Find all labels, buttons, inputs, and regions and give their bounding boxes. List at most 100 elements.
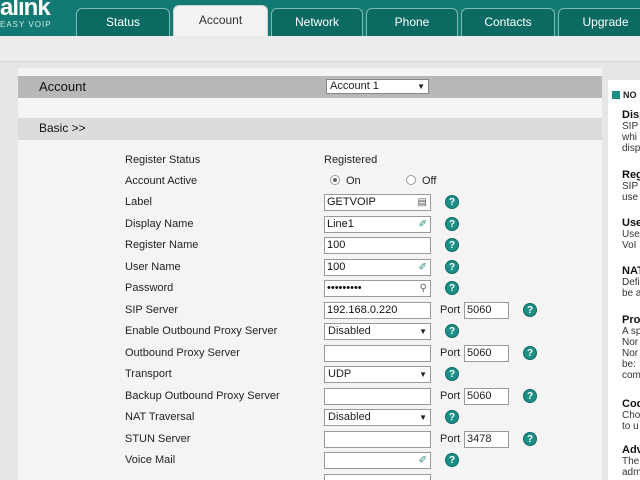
transport-select[interactable]: UDP ▼ <box>324 366 431 383</box>
help-icon[interactable]: ? <box>523 303 537 317</box>
help-icon[interactable]: ? <box>445 410 459 424</box>
chevron-down-icon: ▼ <box>417 82 425 91</box>
help-icon[interactable]: ? <box>523 346 537 360</box>
tab-upgrade[interactable]: Upgrade <box>558 8 640 36</box>
row-sip-server: SIP Server 192.168.0.220 Port 5060 ? <box>18 300 602 321</box>
display-name-label: Display Name <box>125 218 194 230</box>
note-line: whi <box>622 132 638 143</box>
partial-input[interactable] <box>324 474 431 480</box>
row-password: Password ••••••••• ⚲ ? <box>18 278 602 299</box>
note-line: com <box>622 370 640 381</box>
help-icon[interactable]: ? <box>445 195 459 209</box>
register-status-value: Registered <box>324 154 378 166</box>
stun-server-input[interactable] <box>324 431 431 448</box>
sip-server-input[interactable]: 192.168.0.220 <box>324 302 431 319</box>
note-line: SIP <box>622 121 639 132</box>
note-title: Pro <box>622 314 640 326</box>
notes-heading: NO <box>612 90 637 100</box>
display-name-input[interactable]: Line1 ✐ <box>324 216 431 233</box>
user-name-input[interactable]: 100 ✐ <box>324 259 431 276</box>
help-icon[interactable]: ? <box>445 217 459 231</box>
note-line: Nor <box>622 337 639 348</box>
sip-server-label: SIP Server <box>125 304 178 316</box>
note-nat: NAT Defi be a <box>622 266 640 300</box>
note-line: to u <box>622 421 639 432</box>
autofill-pen-icon: ✐ <box>418 219 427 230</box>
outbound-proxy-port-input[interactable]: 5060 <box>464 345 509 362</box>
row-voice-mail: Voice Mail ✐ ? <box>18 450 602 471</box>
account-active-on-radio[interactable] <box>330 175 340 185</box>
backup-outbound-proxy-input[interactable] <box>324 388 431 405</box>
notes-heading-text: NO <box>623 90 637 100</box>
account-settings-panel: Account Account 1 ▼ Basic >> Register St… <box>18 68 602 480</box>
backup-proxy-port-value: 5060 <box>467 390 492 402</box>
label-input[interactable]: GETVOIP ▤ <box>324 194 431 211</box>
row-nat-traversal: NAT Traversal Disabled ▼ ? <box>18 407 602 428</box>
label-input-value: GETVOIP <box>327 196 376 208</box>
chevron-down-icon: ▼ <box>419 327 427 336</box>
account-active-on-label: On <box>346 175 361 187</box>
note-line: SIP <box>622 181 639 192</box>
transport-label: Transport <box>125 368 172 380</box>
chevron-down-icon: ▼ <box>419 413 427 422</box>
voice-mail-label: Voice Mail <box>125 454 176 466</box>
enable-outbound-proxy-select[interactable]: Disabled ▼ <box>324 323 431 340</box>
note-title: Disp <box>622 109 640 121</box>
row-label: Label GETVOIP ▤ ? <box>18 192 602 213</box>
tab-contacts[interactable]: Contacts <box>461 8 555 36</box>
note-square-icon <box>612 91 620 99</box>
note-display: Disp SIP whi disp <box>622 109 640 155</box>
stun-port-label: Port <box>440 433 461 445</box>
help-icon[interactable]: ? <box>523 432 537 446</box>
help-icon[interactable]: ? <box>445 367 459 381</box>
sip-port-value: 5060 <box>467 304 492 316</box>
stun-port-value: 3478 <box>467 433 492 445</box>
stun-port-input[interactable]: 3478 <box>464 431 509 448</box>
voice-mail-input[interactable]: ✐ <box>324 452 431 469</box>
backup-outbound-proxy-label: Backup Outbound Proxy Server <box>125 390 280 402</box>
row-user-name: User Name 100 ✐ ? <box>18 257 602 278</box>
note-line: Nor <box>622 348 639 359</box>
row-register-status: Register Status Registered <box>18 150 602 171</box>
account-active-off-radio[interactable] <box>406 175 416 185</box>
help-icon[interactable]: ? <box>445 260 459 274</box>
note-line: VoI <box>622 240 637 251</box>
nat-traversal-value: Disabled <box>328 411 371 423</box>
nat-traversal-label: NAT Traversal <box>125 411 195 423</box>
password-input[interactable]: ••••••••• ⚲ <box>324 280 431 297</box>
note-line: be a <box>622 288 640 299</box>
tab-network[interactable]: Network <box>271 8 363 36</box>
outbound-proxy-server-input[interactable] <box>324 345 431 362</box>
note-line: disp <box>622 143 640 154</box>
sip-server-value: 192.168.0.220 <box>327 304 398 316</box>
account-select-value: Account 1 <box>330 80 379 92</box>
tab-account[interactable]: Account <box>173 5 268 36</box>
row-account-active: Account Active On Off <box>18 171 602 192</box>
note-line: The <box>622 456 640 467</box>
help-icon[interactable]: ? <box>445 281 459 295</box>
help-icon[interactable]: ? <box>445 324 459 338</box>
note-line: adm <box>622 467 640 478</box>
note-title: Adv <box>622 444 640 456</box>
register-name-input[interactable]: 100 <box>324 237 431 254</box>
display-name-value: Line1 <box>327 218 354 230</box>
sip-port-label: Port <box>440 304 461 316</box>
tab-status[interactable]: Status <box>76 8 170 36</box>
sip-port-input[interactable]: 5060 <box>464 302 509 319</box>
basic-section-header[interactable]: Basic >> <box>18 118 602 140</box>
help-icon[interactable]: ? <box>445 238 459 252</box>
note-line: A sp <box>622 326 640 337</box>
help-icon[interactable]: ? <box>523 389 537 403</box>
nat-traversal-select[interactable]: Disabled ▼ <box>324 409 431 426</box>
brand-tagline: EASY VOIP <box>0 20 52 29</box>
note-proxy: Pro A sp Nor Nor be: com <box>622 314 640 382</box>
help-icon[interactable]: ? <box>445 453 459 467</box>
basic-section-title: Basic >> <box>39 121 86 135</box>
account-select[interactable]: Account 1 ▼ <box>326 79 429 94</box>
note-codec: Cod Cho to u <box>622 399 640 433</box>
tab-phone[interactable]: Phone <box>366 8 458 36</box>
backup-proxy-port-input[interactable]: 5060 <box>464 388 509 405</box>
key-icon: ⚲ <box>419 283 427 294</box>
register-name-value: 100 <box>327 239 346 251</box>
note-line: use <box>622 192 639 203</box>
